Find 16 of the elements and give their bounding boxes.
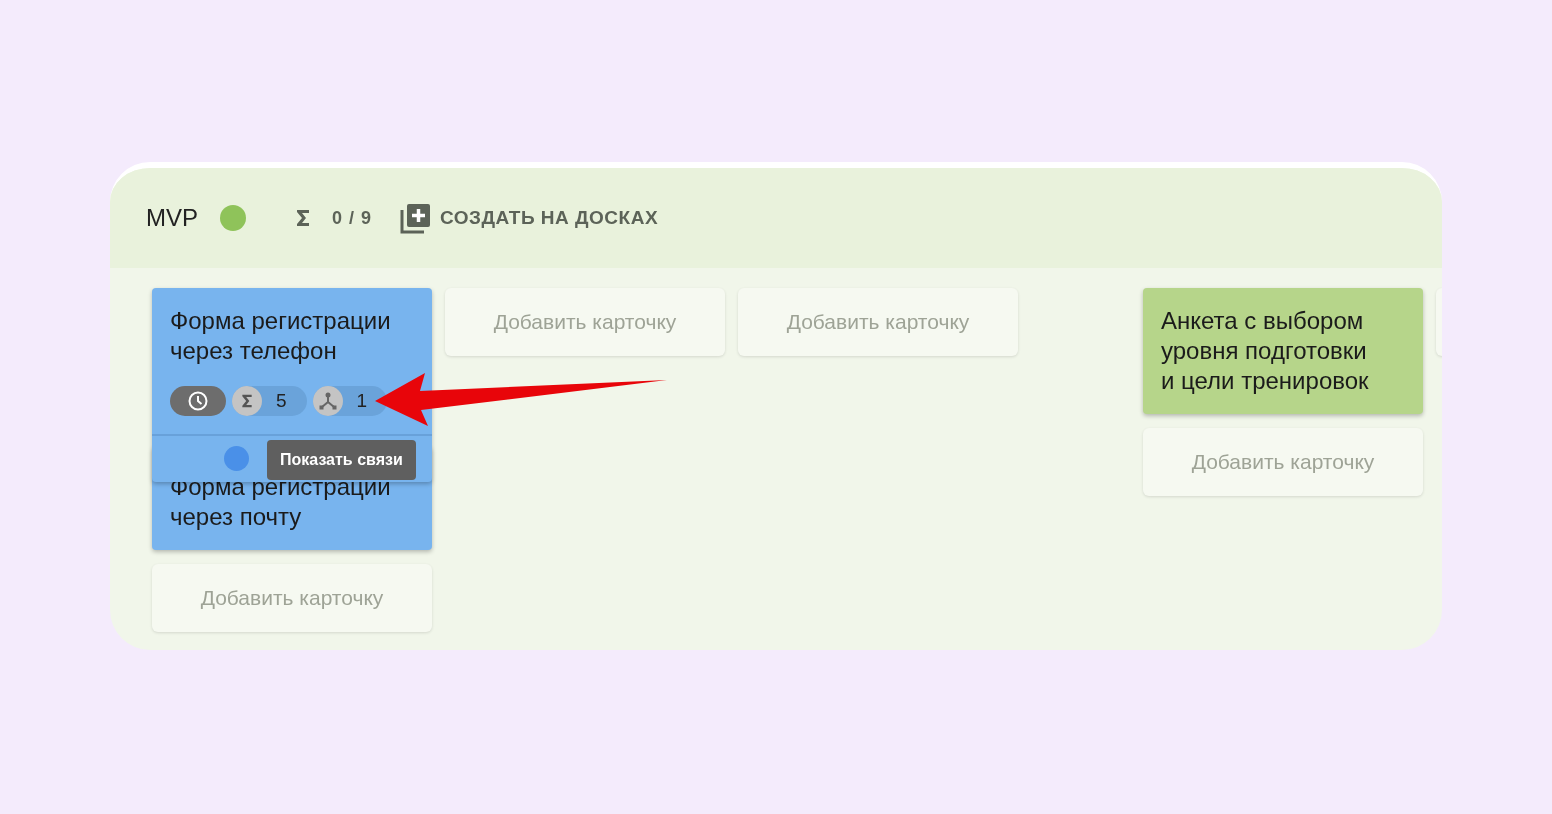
tooltip: Показать связи: [267, 440, 416, 480]
create-on-boards-button[interactable]: СОЗДАТЬ НА ДОСКАХ: [400, 202, 659, 234]
time-chip[interactable]: [170, 386, 226, 416]
sum-chip[interactable]: 5: [232, 386, 307, 416]
card-title: Анкета с выбором уровня подготовки и цели тренировок: [1161, 306, 1370, 396]
sum-icon: [294, 208, 312, 228]
links-chip[interactable]: 1: [312, 386, 388, 416]
card-title: Форма регистрации через телефон: [170, 306, 392, 366]
clock-icon: [187, 390, 209, 412]
add-copy-icon: [400, 202, 433, 234]
card[interactable]: Анкета с выбором уровня подготовки и цели тренировок: [1143, 288, 1423, 414]
board-title: MVP: [146, 203, 198, 233]
card[interactable]: Форма регистрации через телефон 5 1 Показать связи: [152, 288, 432, 482]
progress-count: 0 / 9: [332, 206, 373, 230]
links-icon: [312, 386, 343, 416]
sum-icon: [232, 386, 262, 416]
